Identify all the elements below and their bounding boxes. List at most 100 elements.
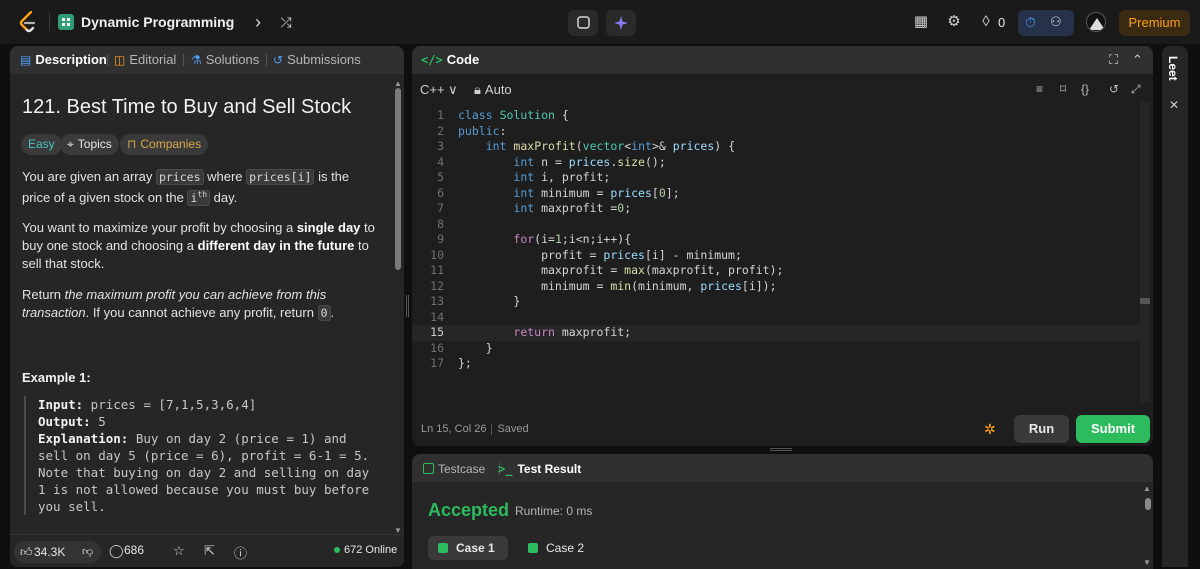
- star-icon[interactable]: ☆: [173, 543, 185, 559]
- tab-solutions[interactable]: ⚗ Solutions: [191, 52, 259, 67]
- line-content[interactable]: return maxprofit;: [458, 325, 631, 339]
- bookmark-icon[interactable]: ⌑: [1060, 82, 1066, 96]
- notes-button[interactable]: [568, 10, 598, 36]
- debug-icon[interactable]: ✲: [984, 421, 996, 438]
- code-line[interactable]: 14: [412, 310, 1142, 326]
- line-content[interactable]: int i, profit;: [458, 170, 610, 184]
- chevron-right-icon[interactable]: ›: [248, 12, 268, 32]
- shuffle-icon[interactable]: ⤮: [276, 12, 296, 32]
- line-number: 7: [437, 201, 444, 215]
- line-number: 16: [430, 340, 444, 355]
- code-editor[interactable]: 1 class Solution { 2 public: 3 int maxProfit…: [412, 108, 1142, 408]
- ai-assist-button[interactable]: [606, 10, 636, 36]
- format-icon[interactable]: ≡: [1036, 82, 1043, 96]
- case-2-button[interactable]: Case 2: [518, 536, 598, 560]
- tab-divider: [183, 54, 184, 66]
- companies-tag[interactable]: ⊓ Companies: [120, 134, 209, 155]
- line-content[interactable]: maxprofit = max(maxprofit, profit);: [458, 263, 783, 277]
- line-number: 5: [437, 170, 444, 184]
- line-content[interactable]: int maxprofit =0;: [458, 201, 631, 215]
- example-note: Note that buying on day 2 and selling on…: [38, 465, 370, 514]
- problem-title: 121. Best Time to Buy and Sell Stock: [22, 96, 352, 118]
- close-icon[interactable]: ✕: [1169, 98, 1179, 112]
- vertical-resize-handle[interactable]: [406, 295, 409, 317]
- expand-icon[interactable]: ⤢: [1131, 82, 1141, 97]
- horizontal-resize-handle[interactable]: [770, 448, 792, 451]
- scroll-up-icon[interactable]: ▲: [394, 80, 402, 88]
- language-select[interactable]: C++ ∨: [420, 82, 458, 98]
- editor-scroll-thumb[interactable]: [1140, 298, 1150, 304]
- run-button[interactable]: Run: [1014, 415, 1069, 443]
- code-line[interactable]: 17};: [412, 356, 1142, 372]
- description-scrollbar[interactable]: ▲ ▼: [394, 80, 402, 540]
- code-line[interactable]: 16 }: [412, 341, 1142, 357]
- submit-button[interactable]: Submit: [1076, 415, 1150, 443]
- code-line[interactable]: 3 int maxProfit(vector<int>& prices) {: [412, 139, 1142, 155]
- tab-editorial[interactable]: ◫ Editorial: [114, 52, 176, 67]
- code-line[interactable]: 12 minimum = min(minimum, prices[i]);: [412, 279, 1142, 295]
- flame-icon[interactable]: ◊: [976, 12, 996, 32]
- line-content[interactable]: };: [458, 356, 472, 370]
- comment-count[interactable]: 686: [124, 543, 144, 557]
- tab-test-result[interactable]: >_ Test Result: [498, 462, 581, 476]
- code-line[interactable]: 10 profit = prices[i] - minimum;: [412, 248, 1142, 264]
- line-content[interactable]: }: [458, 294, 520, 308]
- tab-label: Editorial: [129, 52, 177, 67]
- result-scroll-thumb[interactable]: [1145, 498, 1151, 510]
- code-line[interactable]: 5 int i, profit;: [412, 170, 1142, 186]
- line-content[interactable]: int n = prices.size();: [458, 155, 665, 169]
- code-line[interactable]: 9 for(i=1;i<n;i++){: [412, 232, 1142, 248]
- code-line[interactable]: 6 int minimum = prices[0];: [412, 186, 1142, 202]
- tab-testcase[interactable]: Testcase: [423, 462, 485, 476]
- side-panel-label[interactable]: Leet: [1166, 56, 1180, 81]
- line-content[interactable]: }: [458, 341, 493, 355]
- problem-list-title[interactable]: Dynamic Programming: [81, 14, 234, 30]
- result-scrollbar[interactable]: ▲ ▼: [1142, 484, 1152, 569]
- code-line[interactable]: 4 int n = prices.size();: [412, 155, 1142, 171]
- help-icon[interactable]: ⓘ: [234, 543, 247, 562]
- line-number: 1: [437, 108, 444, 122]
- chevron-left-icon[interactable]: ‹: [218, 12, 238, 32]
- line-content[interactable]: class Solution {: [458, 108, 569, 122]
- line-content[interactable]: int maxProfit(vector<int>& prices) {: [458, 139, 735, 153]
- tab-submissions[interactable]: ↺ Submissions: [273, 52, 361, 67]
- scroll-down-icon[interactable]: ▼: [1143, 558, 1151, 567]
- layout-grid-icon[interactable]: ▦: [911, 12, 931, 32]
- result-panel: Testcase >_ Test Result Accepted Runtime:…: [412, 454, 1153, 569]
- code-line[interactable]: 1 class Solution {: [412, 108, 1142, 124]
- scroll-up-icon[interactable]: ▲: [1143, 484, 1151, 493]
- line-content[interactable]: minimum = min(minimum, prices[i]);: [458, 279, 776, 293]
- code-line[interactable]: 13 }: [412, 294, 1142, 310]
- thumbs-down-icon[interactable]: 👎︎: [82, 541, 93, 563]
- auto-mode[interactable]: 🔒︎ Auto: [474, 82, 512, 98]
- case-1-button[interactable]: Case 1: [428, 536, 508, 560]
- line-content[interactable]: public:: [458, 124, 506, 138]
- timer-icon[interactable]: ⏱: [1025, 14, 1036, 31]
- code-line[interactable]: 15 return maxprofit;: [412, 325, 1142, 341]
- topics-tag[interactable]: ⌖ Topics: [60, 134, 119, 155]
- tab-description[interactable]: ▤ Description: [20, 52, 107, 67]
- example-block: Input: prices = [7,1,5,3,6,4] Output: 5 …: [24, 396, 376, 515]
- comment-icon[interactable]: ◯: [109, 543, 124, 559]
- share-icon[interactable]: ⇱: [204, 543, 215, 559]
- avatar[interactable]: [1086, 12, 1106, 32]
- lock-icon: 🔒︎: [474, 82, 481, 97]
- leetcode-logo[interactable]: [18, 11, 38, 33]
- line-content[interactable]: int minimum = prices[0];: [458, 186, 679, 200]
- gear-icon[interactable]: ⚙: [944, 12, 964, 32]
- add-user-icon[interactable]: ⚇: [1050, 14, 1062, 30]
- code-line[interactable]: 8: [412, 217, 1142, 233]
- reset-icon[interactable]: ↺: [1109, 82, 1119, 96]
- maximize-icon[interactable]: ⛶: [1109, 52, 1118, 68]
- line-content[interactable]: profit = prices[i] - minimum;: [458, 248, 742, 262]
- scroll-thumb[interactable]: [395, 88, 401, 270]
- code-line[interactable]: 2 public:: [412, 124, 1142, 140]
- braces-icon[interactable]: {}: [1081, 82, 1089, 96]
- code-line[interactable]: 11 maxprofit = max(maxprofit, profit);: [412, 263, 1142, 279]
- premium-button[interactable]: Premium: [1119, 10, 1190, 36]
- editor-scrollbar[interactable]: [1140, 102, 1150, 402]
- like-button[interactable]: 👍︎ 34.3K 👎︎: [14, 541, 101, 563]
- line-content[interactable]: for(i=1;i<n;i++){: [458, 232, 631, 246]
- code-line[interactable]: 7 int maxprofit =0;: [412, 201, 1142, 217]
- collapse-icon[interactable]: ⌃: [1132, 52, 1143, 68]
